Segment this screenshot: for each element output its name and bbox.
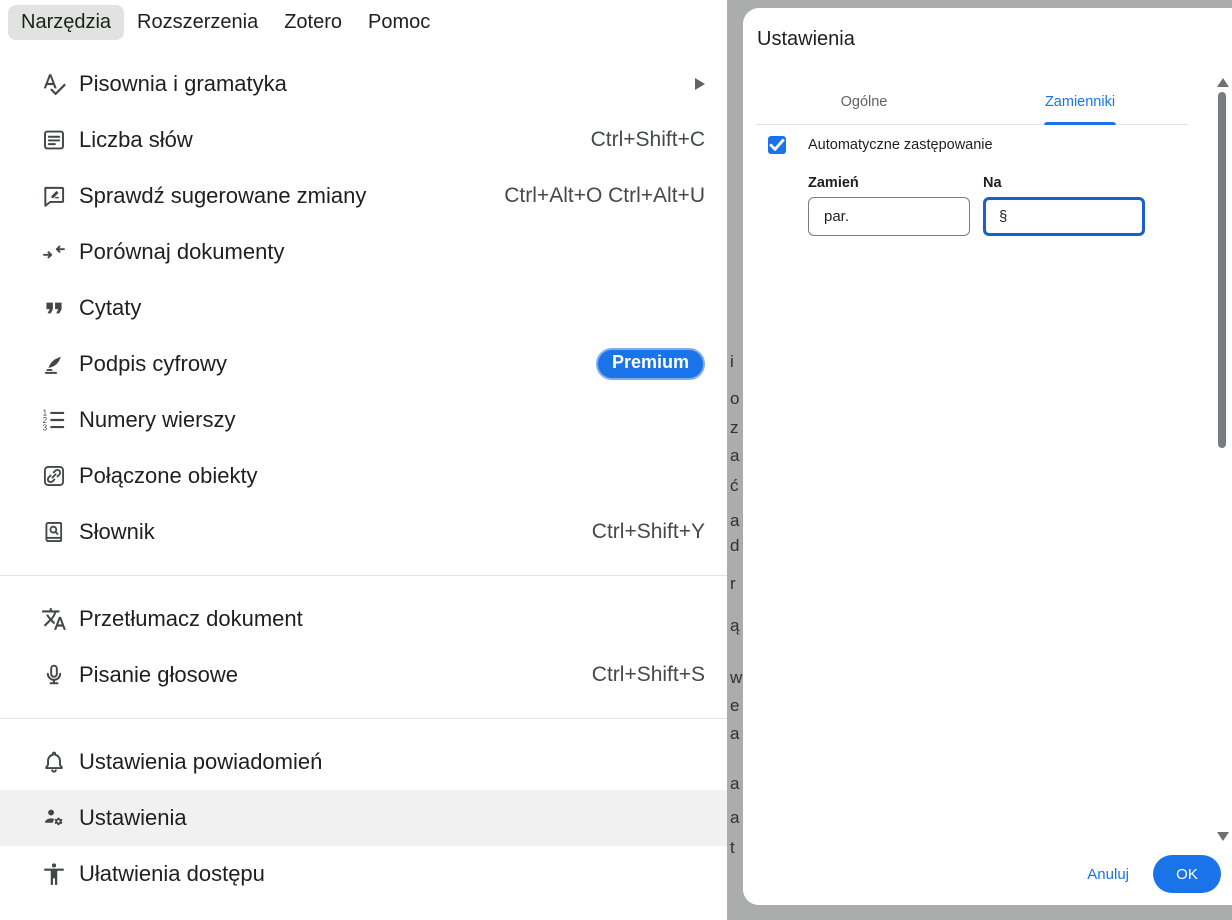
menu-item-liczba-s-w[interactable]: Liczba słów Ctrl+Shift+C [0,112,727,168]
document-text-fragment: e [730,697,739,714]
document-text-fragment: o [730,390,739,407]
active-tab-underline [1044,122,1116,126]
menubar: NarzędziaRozszerzeniaZoteroPomoc [0,0,727,45]
menubar-item-zotero[interactable]: Zotero [271,5,355,40]
menu-item-s-ownik[interactable]: Słownik Ctrl+Shift+Y [0,504,727,560]
document-text-fragment: t [730,839,735,856]
scrollbar-up-arrow-icon[interactable] [1217,78,1229,87]
menu-shortcut: Ctrl+Shift+C [591,128,705,152]
tab-zamienniki[interactable]: Zamienniki [972,80,1188,124]
line-numbers-icon: 123 [41,407,67,433]
notifications-icon [41,749,67,775]
svg-text:3: 3 [43,423,48,432]
settings-icon [41,805,67,831]
menu-separator [0,575,727,576]
menu-item-por-wnaj-dokumenty[interactable]: Porównaj dokumenty [0,224,727,280]
menu-item-pisanie-g-osowe[interactable]: Pisanie głosowe Ctrl+Shift+S [0,647,727,703]
substitution-list [743,253,1232,843]
accessibility-icon [41,861,67,887]
autocorrect-row: Automatyczne zastępowanie [768,136,993,154]
review-edits-icon [41,183,67,209]
menubar-item-rozszerzenia[interactable]: Rozszerzenia [124,5,271,40]
docs-left-region: NarzędziaRozszerzeniaZoteroPomoc Pisowni… [0,0,727,920]
compare-documents-icon [41,239,67,265]
settings-dialog: Ustawienia OgólneZamienniki Automatyczne… [743,8,1232,905]
word-count-icon [41,127,67,153]
submenu-arrow-icon [695,78,705,90]
document-text-fragment: w [730,669,742,686]
document-text-fragment: a [730,447,739,464]
document-text-fragment: a [730,725,739,742]
digital-signature-icon [41,351,67,377]
menu-item-po-czone-obiekty[interactable]: Połączone obiekty [0,448,727,504]
menubar-item-pomoc[interactable]: Pomoc [355,5,443,40]
document-text-fragment: a [730,775,739,792]
cancel-button[interactable]: Anuluj [1087,866,1129,883]
menubar-item-narz-dzia[interactable]: Narzędzia [8,5,124,40]
translate-icon [41,606,67,632]
check-icon[interactable] [768,136,786,154]
menu-shortcut: Ctrl+Alt+O Ctrl+Alt+U [504,184,705,208]
scrollbar-down-arrow-icon[interactable] [1217,832,1229,841]
new-substitution-row [808,197,1145,236]
menu-item-pisownia-i-gramatyka[interactable]: Pisownia i gramatyka [0,56,727,112]
menu-shortcut: Ctrl+Shift+Y [592,520,705,544]
menu-item-cytaty[interactable]: Cytaty [0,280,727,336]
menu-item-numery-wierszy[interactable]: 123 Numery wierszy [0,392,727,448]
scrollbar-thumb[interactable] [1218,92,1226,448]
dialog-title: Ustawienia [757,28,855,51]
settings-tabs: OgólneZamienniki [756,80,1188,125]
premium-badge: Premium [596,348,705,380]
menu-item-u-atwienia-dost-pu[interactable]: Ułatwienia dostępu [0,846,727,902]
column-header-replace: Zamień [808,175,859,191]
new-replace-input[interactable] [808,197,970,236]
tools-menu: Pisownia i gramatyka Liczba słów Ctrl+Sh… [0,45,727,920]
document-text-fragment: ć [730,477,739,494]
voice-typing-icon [41,662,67,688]
document-text-fragment: r [730,575,736,592]
document-text-fragment: d [730,537,739,554]
linked-objects-icon [41,463,67,489]
dialog-footer: Anuluj OK [743,843,1232,905]
menu-item-przet-umacz-dokument[interactable]: Przetłumacz dokument [0,591,727,647]
document-text-fragment: a [730,809,739,826]
column-header-with: Na [983,175,1002,191]
document-text-fragment: a [730,512,739,529]
menu-item-ustawienia-powiadomie[interactable]: Ustawienia powiadomień [0,734,727,790]
document-text-fragment: z [730,419,739,436]
spellcheck-icon [41,71,67,97]
menu-item-ustawienia[interactable]: Ustawienia [0,790,727,846]
autocorrect-label: Automatyczne zastępowanie [808,137,993,153]
menu-item-podpis-cyfrowy[interactable]: Podpis cyfrowy Premium [0,336,727,392]
new-with-input[interactable] [983,197,1145,236]
dictionary-icon [41,519,67,545]
citations-icon [41,295,67,321]
tab-og-lne[interactable]: Ogólne [756,80,972,124]
document-text-fragment: ą [730,617,739,634]
menu-separator [0,718,727,719]
menu-item-sprawd-sugerowane-zmiany[interactable]: Sprawdź sugerowane zmiany Ctrl+Alt+O Ctr… [0,168,727,224]
document-text-fragment: i [730,353,734,370]
ok-button[interactable]: OK [1153,855,1221,893]
menu-shortcut: Ctrl+Shift+S [592,663,705,687]
